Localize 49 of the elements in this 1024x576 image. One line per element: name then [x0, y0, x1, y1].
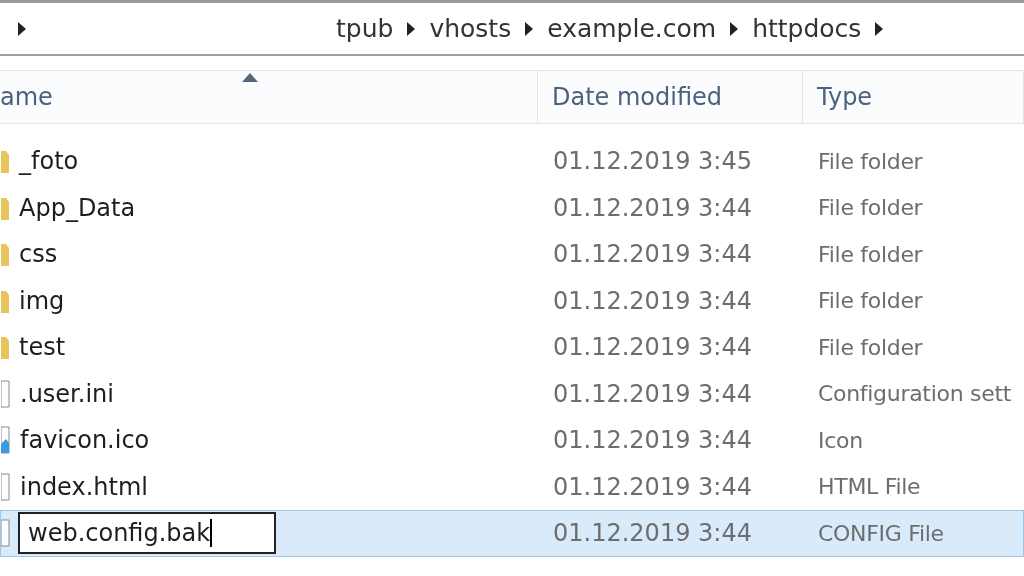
chevron-icon[interactable] — [407, 21, 416, 36]
file-row[interactable]: favicon.ico 01.12.2019 3:44 Icon — [0, 417, 1024, 464]
file-type: CONFIG File — [817, 519, 944, 548]
date-modified: 01.12.2019 3:45 — [552, 146, 753, 178]
chevron-icon[interactable] — [730, 21, 739, 36]
file-name: .user.ini — [20, 378, 114, 410]
date-modified: 01.12.2019 3:44 — [552, 378, 753, 410]
file-name: _foto — [19, 146, 79, 178]
file-name: index.html — [20, 471, 148, 503]
rename-field[interactable]: web.config.bak — [18, 512, 276, 555]
file-row[interactable]: App_Data 01.12.2019 3:44 File folder — [0, 184, 1024, 231]
file-row[interactable]: index.html 01.12.2019 3:44 HTML File — [0, 463, 1024, 510]
date-modified: 01.12.2019 3:44 — [552, 332, 753, 364]
breadcrumb-item[interactable]: example.com — [547, 9, 717, 48]
date-modified: 01.12.2019 3:44 — [552, 518, 753, 550]
file-row[interactable]: css 01.12.2019 3:44 File folder — [0, 231, 1024, 278]
file-row[interactable]: _foto 01.12.2019 3:45 File folder — [0, 138, 1024, 185]
file-type: Icon — [817, 426, 863, 455]
file-row[interactable]: web.config.bak 01.12.2019 3:44 CONFIG File — [0, 510, 1024, 557]
chevron-icon[interactable] — [18, 21, 26, 36]
file-name: img — [19, 285, 65, 317]
date-modified: 01.12.2019 3:44 — [552, 239, 753, 271]
file-type: File folder — [817, 147, 923, 176]
date-modified: 01.12.2019 3:44 — [552, 425, 753, 457]
file-name: css — [19, 239, 58, 271]
date-modified: 01.12.2019 3:44 — [552, 192, 753, 224]
file-type: File folder — [817, 194, 923, 223]
column-header[interactable]: Type — [803, 71, 1024, 123]
file-type: File folder — [817, 287, 923, 316]
breadcrumb-item[interactable]: httpdocs — [752, 9, 862, 48]
file-type: Configuration sett — [817, 380, 1012, 409]
breadcrumb-item[interactable]: tpub — [336, 9, 394, 48]
file-name: test — [19, 332, 66, 364]
column-header[interactable]: Date modified — [538, 71, 803, 123]
file-name: App_Data — [19, 192, 136, 224]
file-row[interactable]: img 01.12.2019 3:44 File folder — [0, 277, 1024, 324]
date-modified: 01.12.2019 3:44 — [552, 471, 753, 503]
date-modified: 01.12.2019 3:44 — [552, 285, 753, 317]
file-type: File folder — [817, 240, 923, 269]
chevron-icon[interactable] — [875, 21, 884, 36]
sort-arrow-icon — [241, 73, 258, 82]
file-row[interactable]: test 01.12.2019 3:44 File folder — [0, 324, 1024, 371]
chevron-icon[interactable] — [525, 21, 534, 36]
breadcrumb-item[interactable]: vhosts — [429, 9, 512, 48]
file-name: favicon.ico — [20, 425, 150, 457]
file-type: HTML File — [817, 473, 921, 502]
file-row[interactable]: .user.ini 01.12.2019 3:44 Configuration sett — [0, 370, 1024, 417]
file-type: File folder — [817, 333, 923, 362]
column-header[interactable]: ame — [0, 71, 538, 123]
